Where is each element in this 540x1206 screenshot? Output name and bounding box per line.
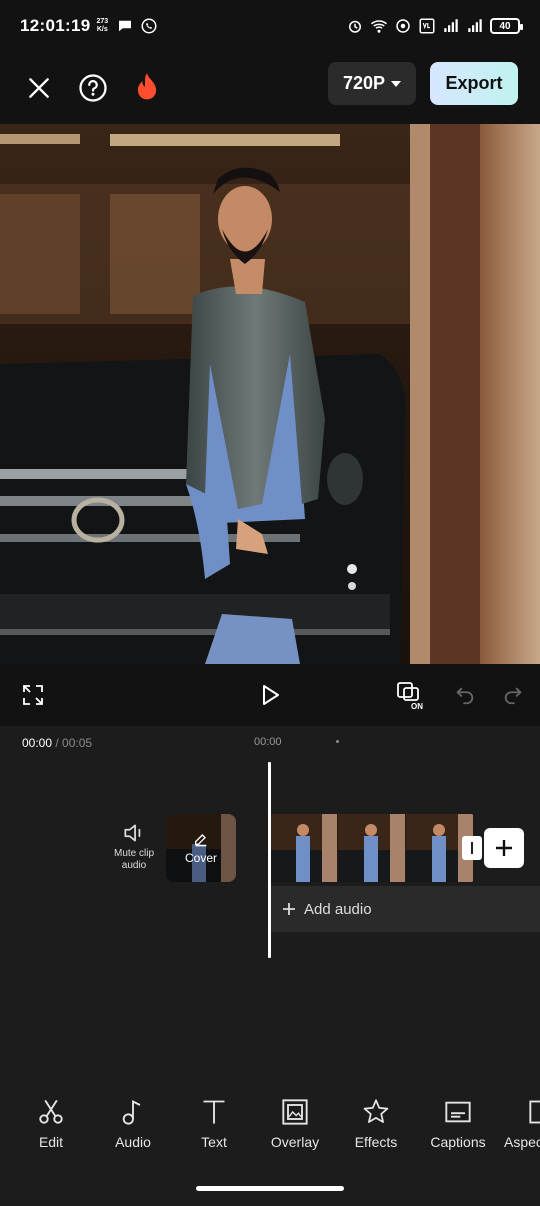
close-button[interactable] [22, 71, 56, 105]
notification-icons [116, 17, 158, 35]
tool-aspect[interactable]: Aspec [500, 1098, 540, 1150]
add-audio-label: Add audio [304, 900, 372, 918]
playhead[interactable] [268, 762, 271, 958]
redo-icon [504, 687, 522, 705]
home-indicator[interactable] [196, 1186, 344, 1191]
mute-clip-audio-button[interactable]: Mute clip audio [106, 820, 162, 872]
signal-strength-icon [444, 19, 458, 32]
plus-icon [283, 903, 295, 915]
status-time: 12:01:19 [20, 16, 91, 35]
mute-clip-label: Mute clip audio [113, 848, 154, 871]
aspect-ratio-icon [529, 1100, 540, 1124]
current-time: 00:00 [22, 736, 53, 750]
help-icon [79, 74, 107, 102]
resolution-label: 720P [342, 73, 386, 93]
timeline-panel[interactable]: 00:00 / 00:05 00:00 Mute clip audio Cove… [0, 726, 540, 1086]
undo-button[interactable] [450, 680, 480, 710]
speaker-icon [124, 824, 141, 842]
close-icon [29, 78, 49, 98]
tool-label: Text [201, 1134, 227, 1150]
keyframe-toggle-button[interactable]: ON [394, 680, 428, 710]
bottom-toolbar: Edit Audio Text Overlay Effects Captions… [0, 1086, 540, 1176]
tool-label: Overlay [270, 1134, 320, 1150]
playback-controls: ON [0, 664, 540, 726]
add-audio-track[interactable]: Add audio [270, 886, 540, 932]
add-clip-button[interactable] [484, 828, 524, 868]
hot-features-button[interactable] [130, 71, 164, 105]
status-bar: 12:01:19 273 K/s 40 [0, 0, 540, 52]
clip-frame [338, 814, 406, 882]
video-clip[interactable] [270, 814, 474, 882]
redo-button[interactable] [498, 680, 528, 710]
fullscreen-icon [23, 685, 43, 705]
system-icons: 40 [346, 17, 523, 35]
tool-audio[interactable]: Audio [93, 1098, 173, 1150]
tool-label: Aspec [504, 1134, 540, 1150]
tool-overlay[interactable]: Overlay [255, 1098, 335, 1150]
alarm-icon [349, 20, 361, 33]
plus-icon [496, 840, 512, 856]
help-button[interactable] [76, 71, 110, 105]
wifi-icon [371, 20, 387, 33]
video-preview[interactable] [0, 124, 540, 664]
play-icon [263, 685, 279, 705]
cover-thumbnail-button[interactable]: Cover [166, 814, 236, 882]
music-note-icon [122, 1099, 141, 1125]
nav-bar-area [0, 1176, 540, 1206]
svg-text:ON: ON [411, 702, 423, 710]
pencil-icon [195, 834, 207, 847]
total-duration: 00:05 [62, 736, 93, 750]
fullscreen-button[interactable] [18, 680, 48, 710]
whatsapp-icon [141, 18, 157, 34]
timecode: 00:00 / 00:05 [22, 736, 92, 750]
chat-bubble-icon [119, 20, 132, 32]
time-separator: / [52, 736, 63, 750]
hotspot-icon [396, 19, 410, 33]
battery-icon: 40 [490, 18, 523, 34]
signal-strength-4g-icon [468, 19, 482, 32]
tool-captions[interactable]: Captions [418, 1098, 498, 1150]
preview-frame-image [0, 124, 540, 664]
tool-label: Effects [354, 1134, 398, 1150]
text-icon [203, 1100, 225, 1124]
clip-end-handle[interactable] [462, 836, 482, 860]
resolution-dropdown[interactable]: 720P [328, 62, 416, 105]
overlay-icon [282, 1099, 308, 1125]
ruler-tick [336, 740, 339, 743]
cover-label: Cover [184, 851, 217, 865]
sparkle-star-icon [363, 1099, 389, 1123]
flame-icon [137, 73, 157, 100]
tool-label: Edit [38, 1134, 64, 1150]
keyframe-on-icon: ON [397, 682, 423, 710]
tool-effects[interactable]: Effects [336, 1098, 416, 1150]
play-button[interactable] [255, 680, 285, 710]
editor-top-bar: 720P Export [0, 52, 540, 124]
cover-overlay: Cover [166, 814, 236, 882]
volte-icon [419, 18, 435, 34]
tool-label: Captions [430, 1134, 486, 1150]
clip-frame [270, 814, 338, 882]
export-button[interactable]: Export [430, 62, 518, 105]
tool-label: Audio [115, 1134, 151, 1150]
scissors-icon [39, 1099, 63, 1124]
undo-icon [456, 687, 474, 705]
tool-edit[interactable]: Edit [11, 1098, 91, 1150]
ruler-time-mark: 00:00 [254, 736, 282, 748]
tool-text[interactable]: Text [174, 1098, 254, 1150]
caret-down-icon [391, 80, 402, 87]
captions-icon [445, 1101, 471, 1123]
network-speed: 273 K/s [96, 18, 109, 33]
